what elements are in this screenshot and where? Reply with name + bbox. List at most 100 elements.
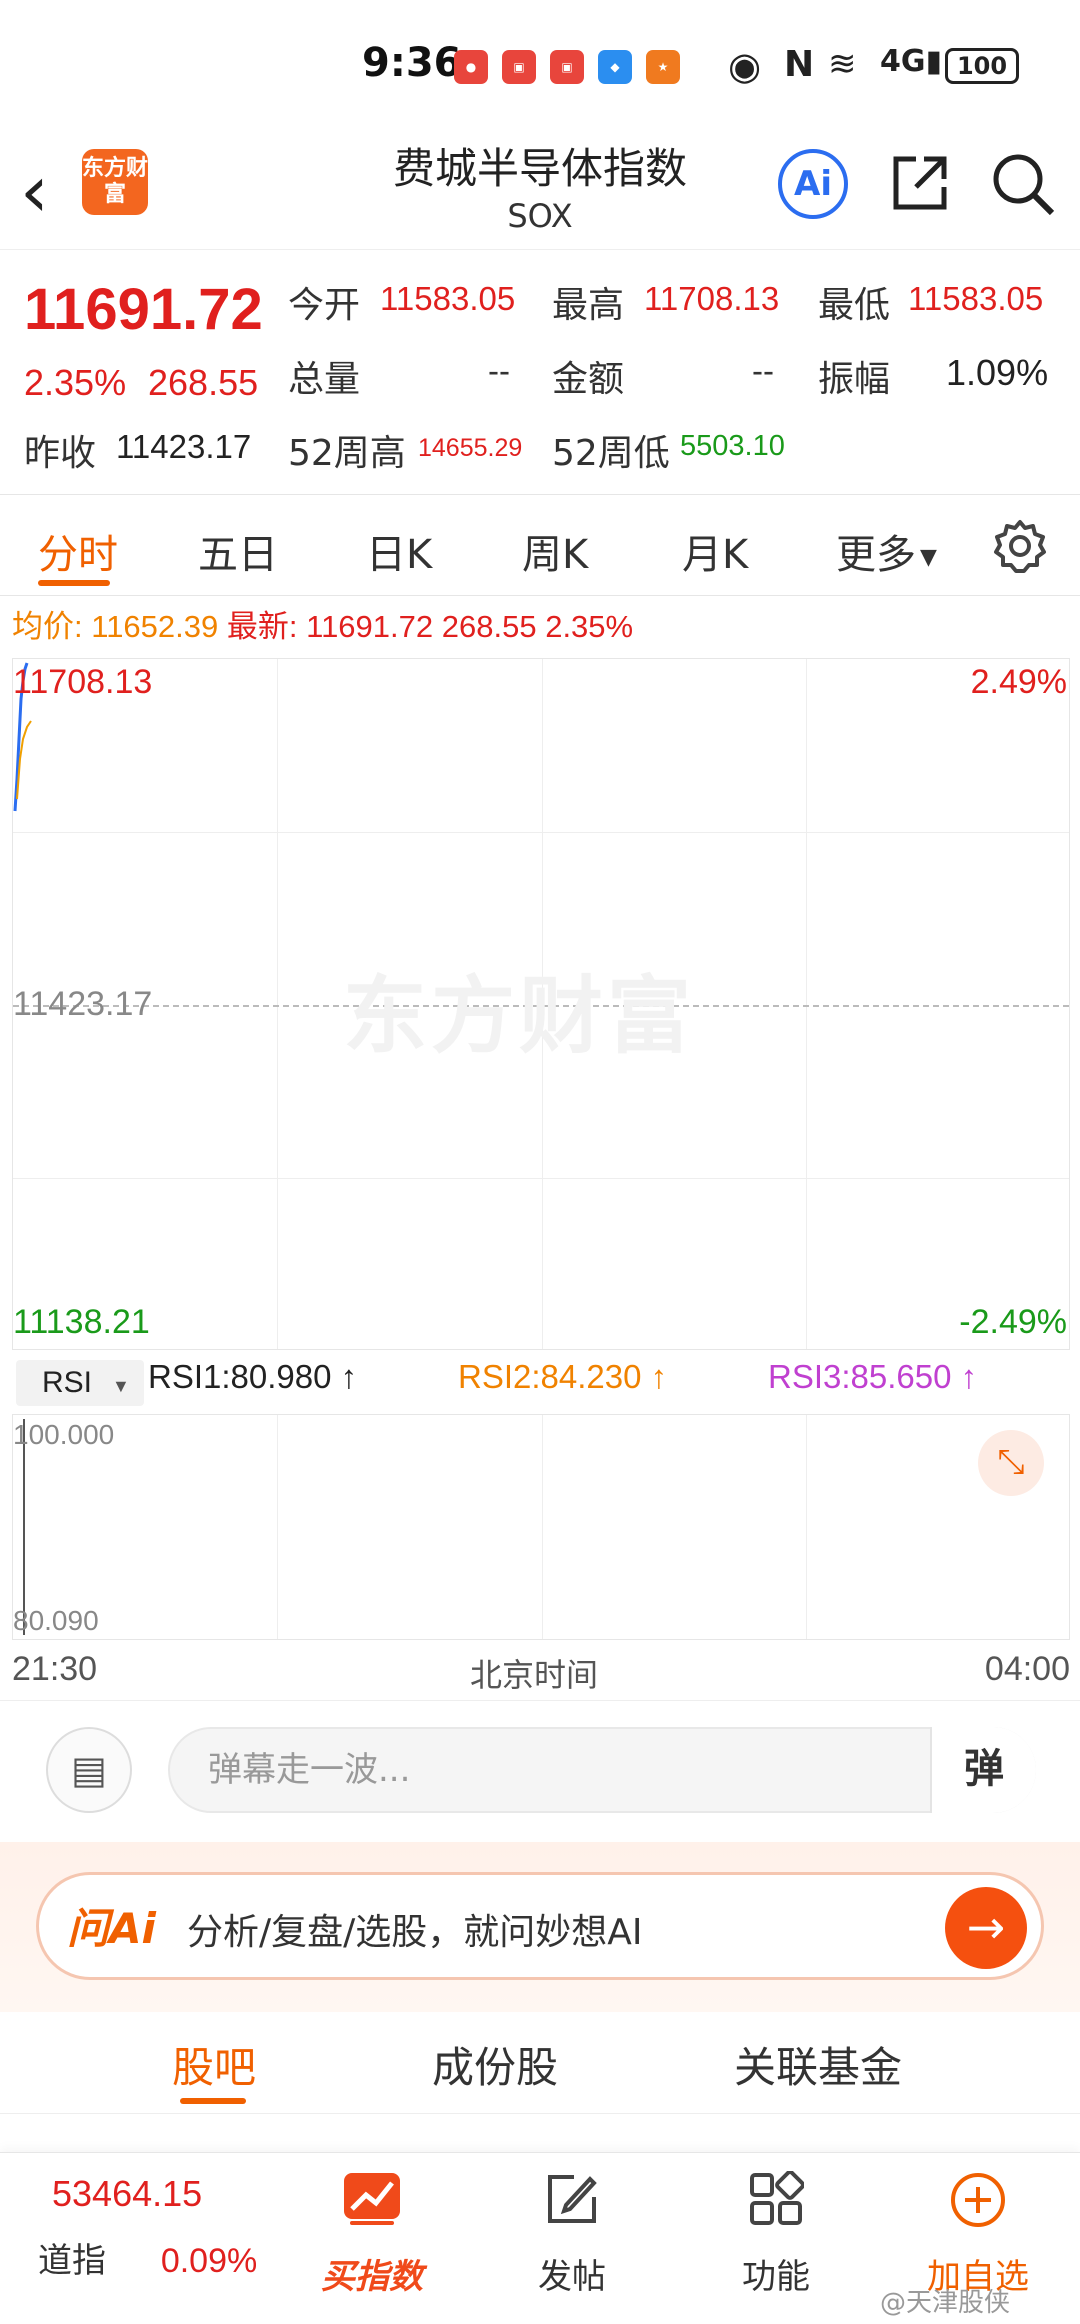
ask-ai-go-button[interactable]: → [945,1887,1027,1969]
indicator-select[interactable]: RSI ▼ [16,1360,144,1406]
quote-panel: 11691.72 2.35% 268.55 今开 11583.05 最高 117… [0,250,1080,495]
ticker-row: 道指 0.09% [18,2233,278,2282]
battery-icon: 100 [945,48,1019,84]
search-button[interactable] [990,151,1056,221]
wifi-icon: ≋ [828,44,857,84]
huawei-mall-icon-2: ▣ [550,50,584,84]
w52-low-label: 52周低 [552,433,670,474]
ai-banner: 问Ai 分析/复盘/选股，就问妙想AI → [0,1842,1080,2012]
rsi-top-value: 100.000 [13,1419,115,1450]
tab-daily-k[interactable]: 日K [366,522,432,580]
tab-more-label: 更多 [836,532,916,578]
tab-more[interactable]: 更多 ▼ [836,522,937,580]
arrow-right-icon: → [966,1900,1006,1954]
current-price: 11691.72 [24,277,263,342]
danmu-list-icon: ▤ [71,1748,107,1792]
nav-post[interactable]: 发帖 [492,2171,652,2298]
nav-buy-index-label: 买指数 [321,2257,423,2297]
tab-five-day[interactable]: 五日 [198,522,278,580]
grid-line [277,659,278,1349]
chart-bottom-pct: -2.49% [959,1303,1067,1341]
share-button[interactable] [888,151,952,219]
search-icon [993,154,1055,216]
ai-button[interactable]: Ai [778,149,848,219]
trend-chart-icon [292,2171,452,2241]
danmu-toggle-button[interactable]: 弹 [930,1727,1036,1813]
grid-line [13,832,1069,833]
nav-functions-label: 功能 [742,2257,810,2297]
rsi-chart[interactable]: 100.000 80.090 [12,1414,1070,1640]
status-time: 9:36 [362,40,462,86]
avg-price-value: 11652.39 [91,609,219,644]
tab-monthly-k[interactable]: 月K [682,522,748,580]
weibo-watermark: @天津股侠 [880,2288,1011,2318]
latest-label: 最新: [226,609,298,644]
tab-related-funds[interactable]: 关联基金 [734,2034,902,2095]
ask-ai-prompt: 分析/复盘/选股，就问妙想AI [187,1912,643,1953]
w52-low-value: 5503.10 [680,430,785,462]
ask-ai-bar[interactable]: 问Ai 分析/复盘/选股，就问妙想AI → [36,1872,1044,1980]
grid-line [13,1178,1069,1179]
w52-high-label: 52周高 [288,433,406,474]
gear-icon [994,520,1046,573]
low-label: 最低 [818,285,891,326]
signal-icon: 4G▮ [880,44,943,79]
nav-post-label: 发帖 [538,2257,606,2297]
rsi3-value: RSI3:85.650 ↑ [768,1358,978,1395]
rsi1-text: RSI1:80.980 [148,1358,332,1395]
intraday-chart[interactable]: 东方财富 11708.13 11423.17 11138.21 2.49% -2… [12,658,1070,1350]
status-bar: 9:36 ● ▣ ▣ ◆ ★ ◉ N ≋ 4G▮ 100 [0,0,1080,135]
caret-down-icon: ▼ [920,544,937,570]
high-value: 11708.13 [644,280,780,317]
app-notification-icon: ★ [646,50,680,84]
latest-value: 11691.72 [306,609,434,644]
grid-icon [696,2170,856,2241]
chart-settings-button[interactable] [992,518,1048,578]
rsi-bottom-value: 80.090 [13,1605,99,1636]
share-icon [893,156,947,210]
expand-chart-button[interactable]: ⤡ [978,1430,1044,1496]
volume-value: -- [488,352,510,389]
ask-ai-brand: 问Ai [67,1904,156,1953]
change-pct: 2.35% [24,362,127,403]
tab-intraday[interactable]: 分时 [38,522,118,580]
danmu-settings-button[interactable]: ▤ [46,1727,132,1813]
prev-close-value: 11423.17 [116,428,252,465]
edit-icon [492,2171,652,2241]
change-amount: 268.55 [148,362,259,403]
active-tab-indicator [38,580,110,586]
rsi3-text: RSI3:85.650 [768,1358,952,1395]
avg-price-label: 均价: [12,609,83,644]
tab-stock-forum[interactable]: 股吧 [172,2034,256,2095]
nfc-icon: N [784,44,815,85]
amplitude-label: 振幅 [818,359,891,400]
tab-constituents[interactable]: 成份股 [432,2034,558,2095]
rsi2-text: RSI2:84.230 [458,1358,642,1395]
chart-mid-price: 11423.17 [13,985,153,1023]
latest-change: 268.55 [441,609,537,644]
danmu-bar: ▤ 弹幕走一波... 弹 [0,1700,1080,1840]
caret-down-icon: ▼ [112,1376,130,1396]
app-header: ‹ 东方财富 费城半导体指数 SOX Ai [0,135,1080,250]
tab-weekly-k[interactable]: 周K [522,522,588,580]
huawei-mall-icon: ▣ [502,50,536,84]
nav-add-watchlist[interactable]: 加自选 [898,2171,1058,2298]
active-tab-indicator [180,2098,246,2104]
rsi-line [23,1419,25,1635]
time-end: 04:00 [984,1650,1070,1688]
w52-high-value: 14655.29 [418,434,523,462]
chart-top-pct: 2.49% [970,663,1067,701]
ticker-widget[interactable]: 53464.15 道指 0.09% [18,2173,278,2282]
low-value: 11583.05 [908,280,1044,317]
danmu-input[interactable]: 弹幕走一波... [168,1727,1036,1813]
chart-top-price: 11708.13 [13,663,153,701]
time-start: 21:30 [12,1650,98,1688]
prev-close-label: 昨收 [24,433,97,474]
nav-buy-index[interactable]: 买指数 [292,2171,452,2298]
amplitude-value: 1.09% [946,352,1049,393]
grid-line [277,1415,278,1639]
ticker-name: 道指 [38,2241,106,2281]
watermark-text: 东方财富 [343,967,696,1065]
open-value: 11583.05 [380,280,516,317]
nav-functions[interactable]: 功能 [696,2170,856,2298]
